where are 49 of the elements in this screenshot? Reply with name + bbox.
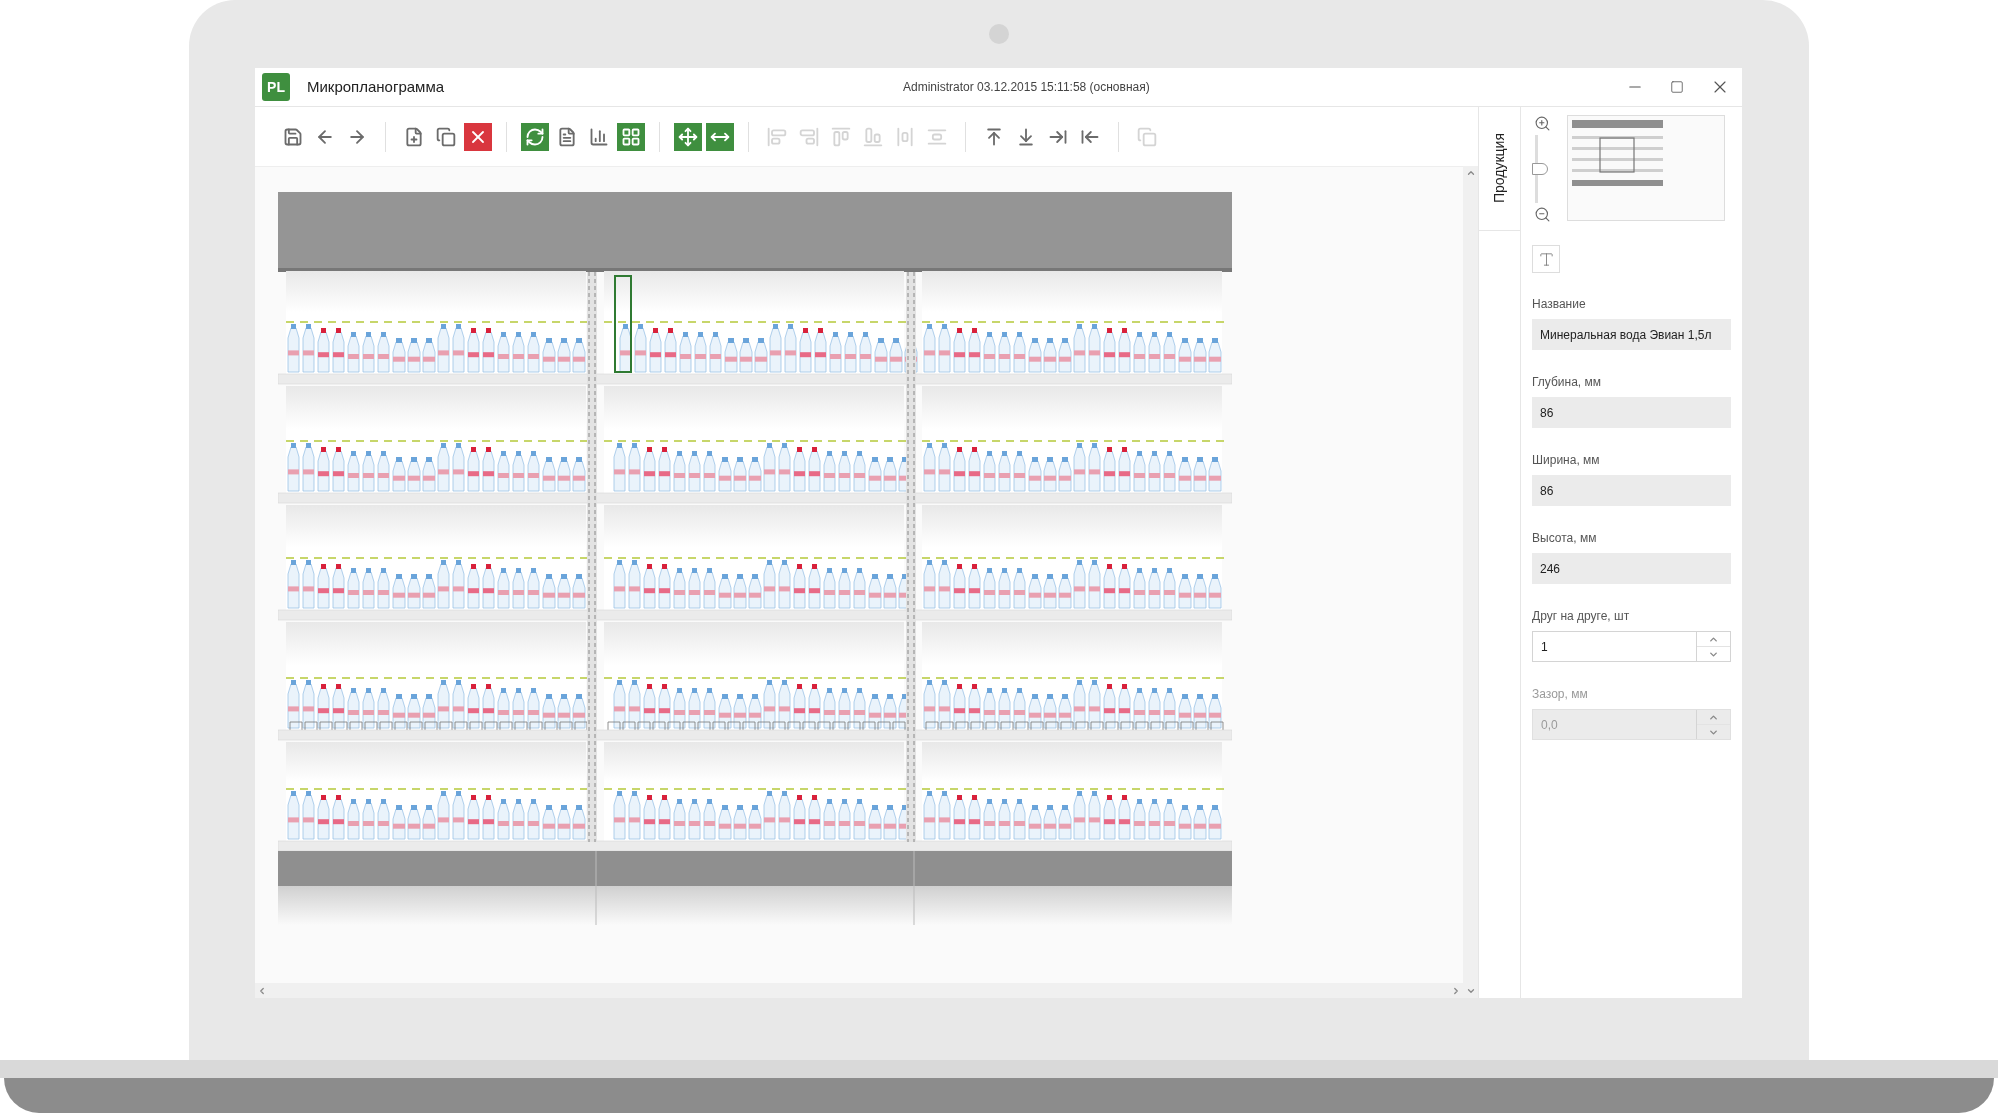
arrow-down-to-line-icon bbox=[1016, 126, 1036, 147]
new-file-icon bbox=[404, 126, 424, 147]
input-field[interactable]: 86 bbox=[1532, 397, 1731, 428]
field-label: Ширина, мм bbox=[1532, 452, 1601, 469]
align-left-icon bbox=[767, 126, 787, 147]
move-icon bbox=[678, 126, 698, 147]
input-field[interactable]: Минеральная вода Эвиан 1,5л bbox=[1532, 319, 1731, 350]
scroll-left-icon[interactable] bbox=[257, 985, 267, 996]
scroll-up-icon[interactable] bbox=[1465, 168, 1476, 178]
vertical-scrollbar[interactable] bbox=[1463, 166, 1478, 998]
field-label: Высота, мм bbox=[1532, 530, 1598, 547]
toolbar-button[interactable] bbox=[464, 122, 492, 151]
field-label: Зазор, мм bbox=[1532, 686, 1589, 703]
align-top-icon bbox=[831, 126, 851, 147]
grid-icon bbox=[621, 126, 641, 147]
maximize-icon[interactable] bbox=[1670, 80, 1684, 94]
toolbar-button[interactable] bbox=[674, 122, 702, 151]
zoom-out-icon[interactable] bbox=[1533, 206, 1551, 223]
scroll-down-icon[interactable] bbox=[1465, 986, 1476, 996]
toolbar-button[interactable] bbox=[617, 122, 645, 151]
refresh-icon bbox=[525, 126, 545, 147]
arrow-up-to-line-icon bbox=[984, 126, 1004, 147]
scroll-right-icon[interactable] bbox=[1451, 985, 1461, 996]
horizontal-scrollbar[interactable] bbox=[255, 983, 1463, 998]
toolbar-button[interactable] bbox=[706, 122, 734, 151]
field-label: Глубина, мм bbox=[1532, 374, 1602, 391]
app-logo: PL bbox=[262, 73, 290, 101]
text-icon bbox=[1537, 250, 1555, 268]
align-bottom-icon bbox=[863, 126, 883, 147]
minimap-panel[interactable] bbox=[1567, 115, 1725, 221]
bar-chart-icon bbox=[589, 126, 609, 147]
input-field[interactable]: 246 bbox=[1532, 553, 1731, 584]
window-title: Микропланограмма bbox=[307, 76, 445, 97]
distribute-vertical-icon bbox=[927, 126, 947, 147]
text-tool-button[interactable] bbox=[1532, 245, 1560, 273]
slider-thumb[interactable] bbox=[1532, 163, 1548, 175]
copy-icon bbox=[436, 126, 456, 147]
spinner-field[interactable]: 1 bbox=[1532, 631, 1731, 662]
session-info: Administrator 03.12.2015 15:11:58 (основная) bbox=[903, 79, 1150, 96]
document-icon bbox=[557, 126, 577, 147]
align-right-icon bbox=[799, 126, 819, 147]
distribute-horizontal-icon bbox=[895, 126, 915, 147]
toolbar-button[interactable] bbox=[521, 122, 549, 151]
overlap-squares-icon bbox=[1137, 126, 1157, 147]
save-icon bbox=[283, 126, 303, 147]
field-label: Друг на друге, шт bbox=[1532, 608, 1631, 625]
field-label: Название bbox=[1532, 296, 1587, 313]
zoom-in-icon[interactable] bbox=[1533, 115, 1551, 132]
input-field[interactable]: 86 bbox=[1532, 475, 1731, 506]
